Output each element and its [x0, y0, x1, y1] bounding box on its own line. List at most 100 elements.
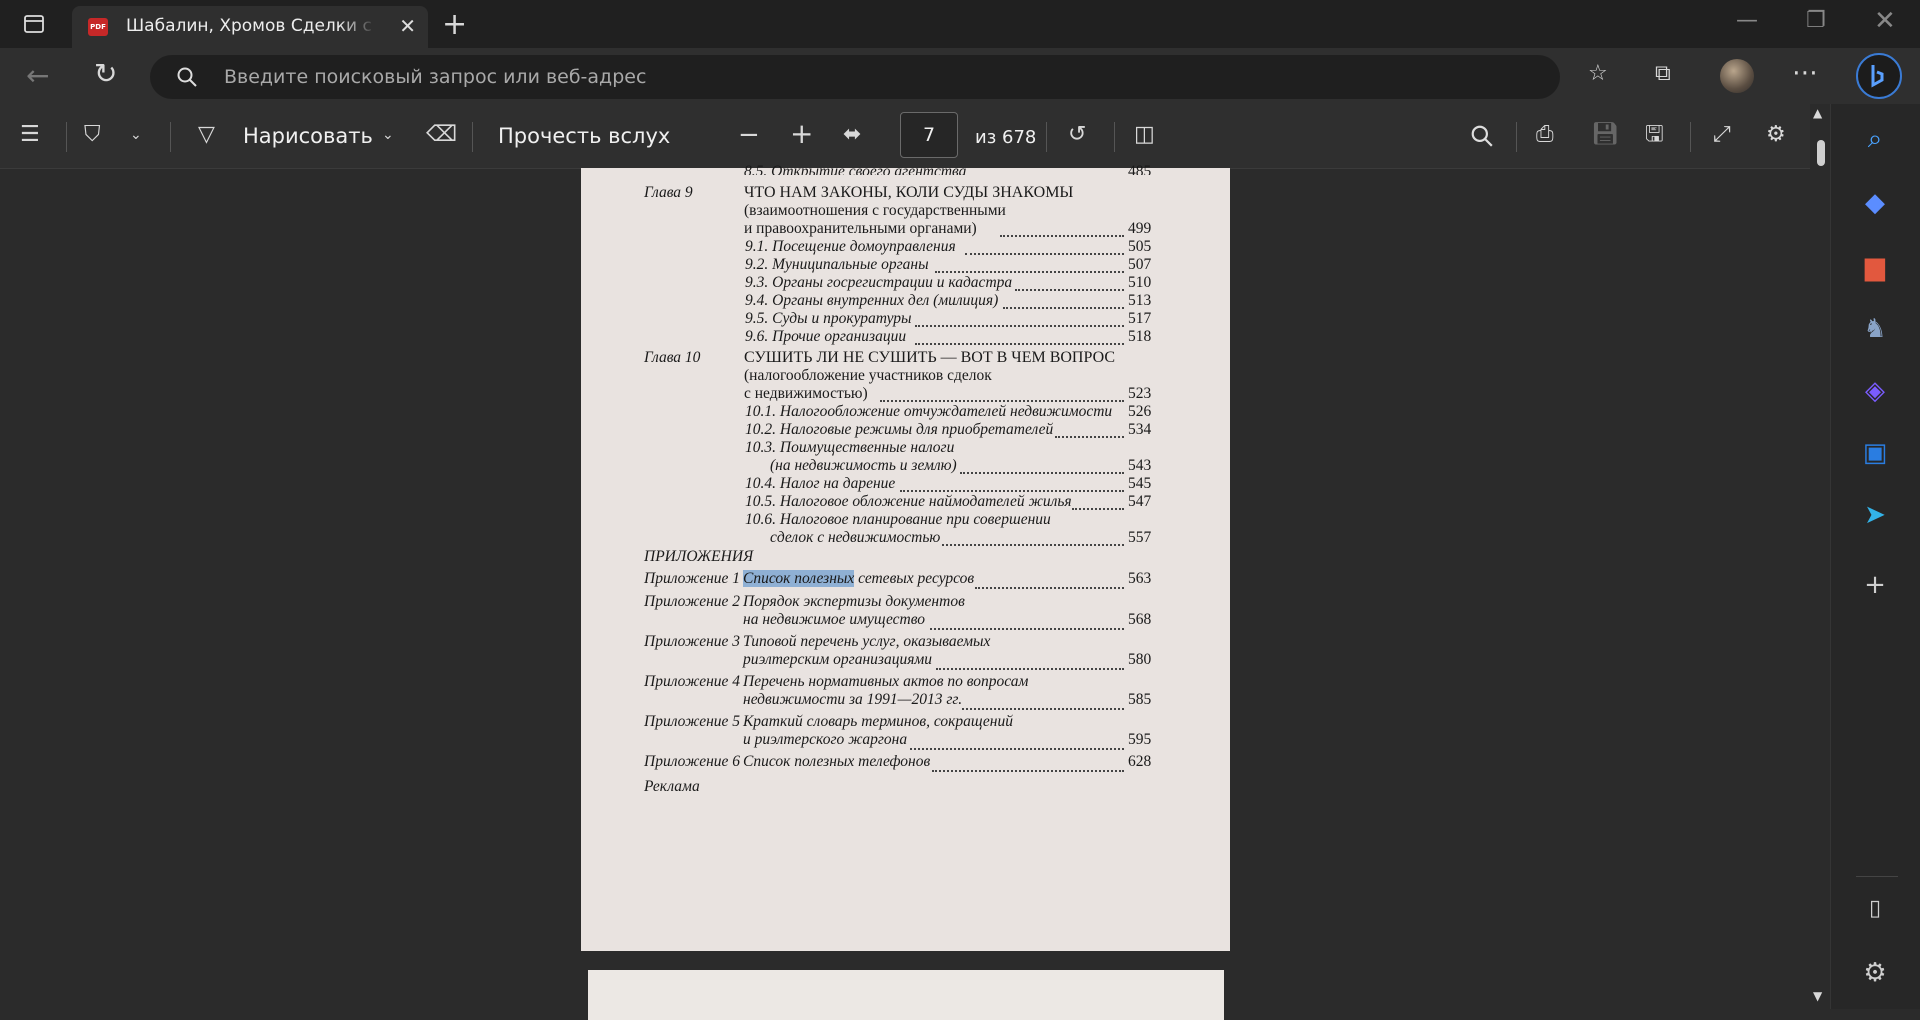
print-icon[interactable]: ⎙	[1536, 124, 1554, 146]
find-icon[interactable]	[1470, 124, 1494, 153]
appendix-text: на недвижимое имущество	[743, 611, 926, 628]
toc-page: 628	[1128, 753, 1152, 770]
sidebar-toggle-icon[interactable]: ▯	[1858, 892, 1892, 926]
vertical-scrollbar[interactable]	[1810, 104, 1830, 1009]
dot-leader	[915, 343, 1124, 345]
toc-item: 10.5. Налоговое обложение наймодателей ж…	[745, 493, 1072, 510]
minimize-icon[interactable]: —	[1736, 10, 1758, 32]
highlight-icon[interactable]: ⛉	[84, 124, 101, 146]
page-number-input[interactable]: 7	[900, 112, 958, 158]
chapter-subtitle: (налогообложение участников сделок	[744, 367, 992, 384]
toc-page: 534	[1128, 421, 1152, 438]
tab-pdf[interactable]: PDF Шабалин, Хромов Сделки с недвижимост…	[72, 6, 428, 48]
appendix-label: Приложение 5	[644, 713, 741, 730]
address-bar[interactable]: Введите поисковый запрос или веб-адрес	[150, 55, 1560, 99]
zoom-in-icon[interactable]: +	[790, 120, 813, 148]
scroll-up-icon[interactable]: ▲	[1813, 107, 1822, 119]
toc-item: 10.1. Налогообложение отчуждателей недви…	[745, 403, 1113, 420]
bing-chat-icon[interactable]	[1856, 53, 1902, 99]
dot-leader	[942, 544, 1124, 546]
send-icon[interactable]: ➤	[1858, 498, 1892, 532]
new-tab-icon[interactable]: +	[442, 10, 467, 40]
page-view-icon[interactable]: ◫	[1134, 124, 1155, 146]
chevron-down-icon[interactable]: ⌄	[382, 128, 394, 142]
tab-actions-icon[interactable]	[22, 12, 46, 41]
toc-page: 545	[1128, 475, 1152, 492]
refresh-icon[interactable]: ↻	[94, 60, 117, 88]
scrollbar-thumb[interactable]	[1817, 140, 1825, 166]
right-sidebar	[1830, 104, 1920, 1009]
toc-page: 499	[1128, 220, 1152, 237]
favorites-icon[interactable]: ☆	[1588, 63, 1608, 85]
toc-page: 507	[1128, 256, 1152, 273]
appendix-text: недвижимости за 1991—2013 гг.	[743, 691, 963, 708]
fullscreen-icon[interactable]: ⤢	[1713, 124, 1731, 146]
dot-leader	[900, 490, 1124, 492]
appendix-label: Приложение 6	[644, 753, 741, 770]
toc-item: 9.4. Органы внутренних дел (милиция)	[745, 292, 999, 309]
appendix-text: риэлтерским организациями	[743, 651, 933, 668]
dot-leader	[962, 708, 1124, 710]
tab-title: Шабалин, Хромов Сделки с недвижимостью	[126, 16, 376, 36]
dot-leader	[936, 668, 1124, 670]
dot-leader	[960, 472, 1124, 474]
toc-page: 585	[1128, 691, 1152, 708]
advert-label: Реклама	[644, 778, 700, 795]
toc-page: 543	[1128, 457, 1152, 474]
outlook-icon[interactable]: ▣	[1858, 436, 1892, 470]
draw-icon[interactable]: ▽	[198, 124, 215, 146]
dot-leader	[880, 400, 1124, 402]
toc-page: 563	[1128, 570, 1152, 587]
scroll-down-icon[interactable]: ▼	[1813, 990, 1822, 1002]
restore-icon[interactable]: ❐	[1806, 10, 1826, 32]
address-placeholder: Введите поисковый запрос или веб-адрес	[224, 66, 647, 88]
appendix-label: Приложение 3	[644, 633, 741, 650]
toc-item: 9.3. Органы госрегистрации и кадастра	[745, 274, 1013, 291]
toc-item: 9.2. Муниципальные органы	[745, 256, 929, 273]
close-tab-icon[interactable]: ✕	[399, 14, 416, 38]
chevron-down-icon[interactable]: ⌄	[130, 128, 142, 142]
tools-icon[interactable]: ▆	[1858, 250, 1892, 284]
collections-icon[interactable]: ⧉	[1655, 63, 1671, 85]
chapter-subtitle: и правоохранительными органами)	[744, 220, 977, 237]
divider	[66, 122, 67, 152]
dot-leader	[910, 748, 1124, 750]
fit-width-icon[interactable]: ⬌	[843, 124, 861, 146]
games-icon[interactable]: ♞	[1858, 312, 1892, 346]
toc-page: 595	[1128, 731, 1152, 748]
chapter-label: Глава 9	[644, 184, 693, 201]
rotate-icon[interactable]: ↺	[1068, 124, 1086, 146]
copilot-icon[interactable]: ◈	[1858, 374, 1892, 408]
toc-page: 518	[1128, 328, 1152, 345]
contents-icon[interactable]: ☰	[20, 124, 40, 146]
dot-leader	[1055, 436, 1124, 438]
sidebar-settings-icon[interactable]: ⚙	[1858, 956, 1892, 990]
chapter-subtitle: с недвижимостью)	[744, 385, 868, 402]
read-aloud-button[interactable]: Прочесть вслух	[498, 124, 670, 148]
toc-page: 485	[1128, 163, 1152, 175]
appendix-text: и риэлтерского жаргона	[743, 731, 908, 748]
back-icon[interactable]: ←	[26, 62, 49, 90]
dot-leader	[1015, 289, 1124, 291]
toc-page: 526	[1128, 403, 1152, 420]
toc-page: 513	[1128, 292, 1152, 309]
draw-button[interactable]: Нарисовать	[243, 124, 373, 148]
shopping-tag-icon[interactable]: ◆	[1858, 186, 1892, 220]
zoom-out-icon[interactable]: −	[738, 122, 760, 148]
text-selection[interactable]: Список полезных	[743, 570, 855, 587]
appendix-label: Приложение 4	[644, 673, 741, 690]
eraser-icon[interactable]: ⌫	[426, 124, 457, 146]
pdf-next-page	[588, 970, 1224, 1020]
add-icon[interactable]: +	[1858, 568, 1892, 602]
toc-item: сделок с недвижимостью	[770, 529, 941, 546]
avatar[interactable]	[1720, 59, 1754, 93]
search-icon[interactable]: ⌕	[1858, 122, 1892, 156]
chapter-subtitle: (взаимоотношения с государственными	[744, 202, 1006, 219]
close-window-icon[interactable]: ✕	[1874, 8, 1896, 34]
divider	[1690, 122, 1691, 152]
settings-icon[interactable]: ⚙	[1766, 124, 1786, 146]
dot-leader	[975, 587, 1124, 589]
save-as-icon[interactable]: 🖫	[1645, 124, 1664, 146]
more-icon[interactable]: ⋯	[1792, 60, 1818, 86]
toc-page: 517	[1128, 310, 1152, 327]
